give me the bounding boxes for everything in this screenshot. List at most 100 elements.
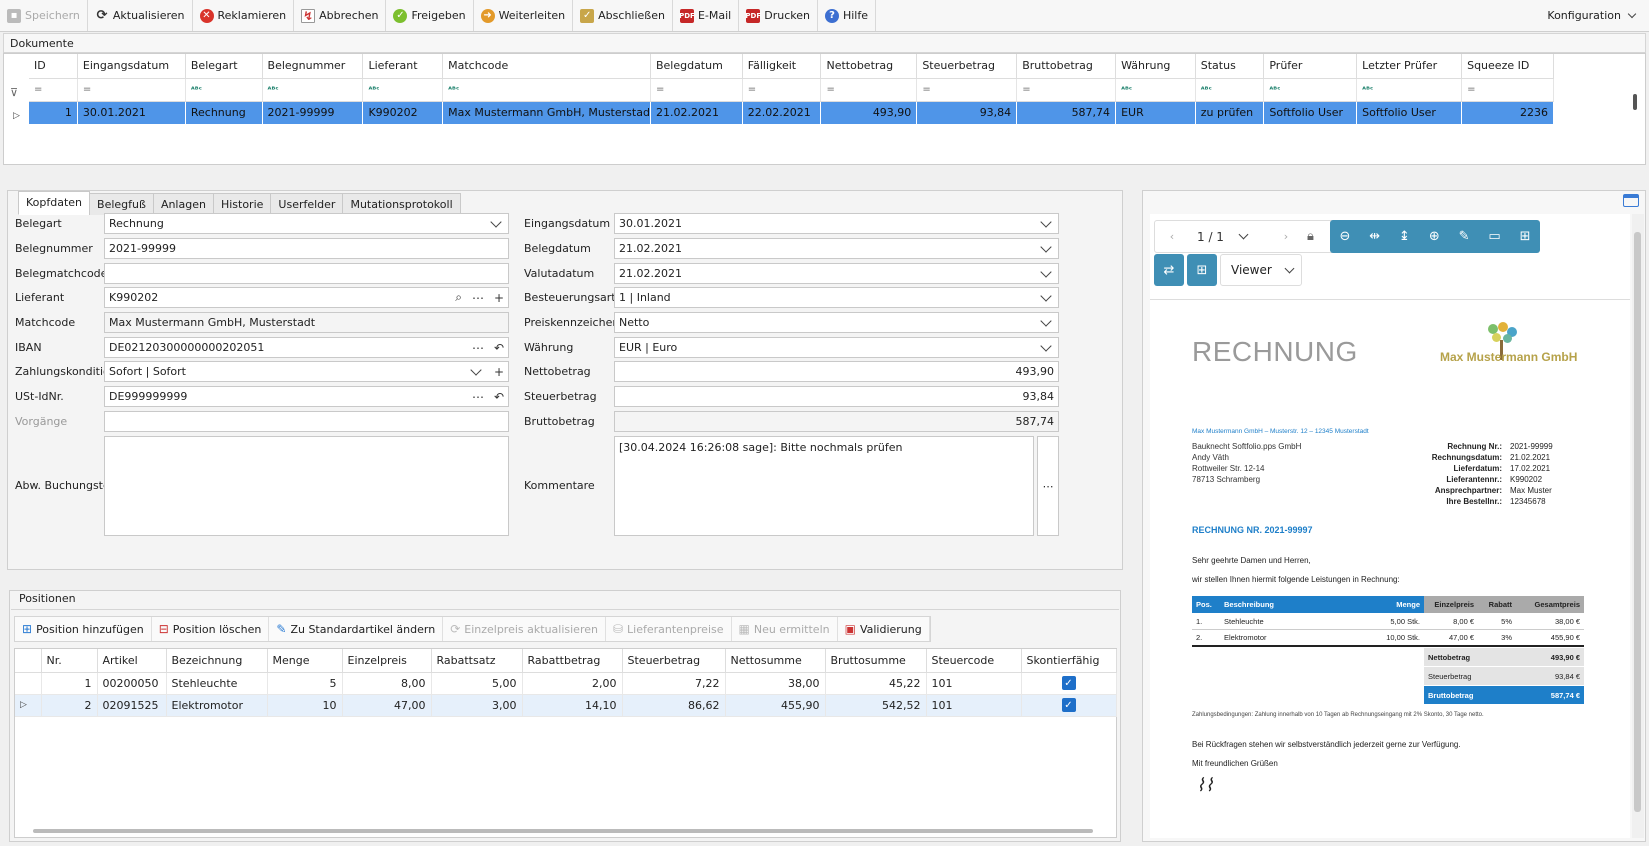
equals-filter-icon[interactable]: = <box>1016 78 1117 102</box>
column-header-menge[interactable]: Menge <box>267 649 343 673</box>
belegmatchcode-field[interactable] <box>104 263 509 284</box>
zahlungskondition-field[interactable]: Sofort | Sofort + <box>104 361 509 382</box>
more-icon[interactable]: ⋯ <box>472 390 484 404</box>
column-header-steuerbetrag[interactable]: Steuerbetrag <box>622 649 726 673</box>
column-header-letzter-pruefer[interactable]: Letzter Prüfer <box>1356 54 1463 79</box>
position-row[interactable]: ▷ 2 02091525 Elektromotor 10 47,00 3,00 14,10 86… <box>15 694 1117 717</box>
column-header-lieferant[interactable]: Lieferant <box>362 54 444 79</box>
comments-more-button[interactable]: ⋯ <box>1037 436 1059 536</box>
email-button[interactable]: PDF E-Mail <box>673 0 740 31</box>
save-button[interactable]: ▪ Speichern <box>0 0 88 31</box>
lieferantenpreise-button[interactable]: ⛁ Lieferantenpreise <box>606 617 732 641</box>
chevron-down-icon[interactable] <box>1040 339 1052 352</box>
text-filter-icon[interactable]: ᴬᴮᶜ <box>1195 78 1265 102</box>
column-header-bruttosumme[interactable]: Bruttosumme <box>825 649 927 673</box>
checkbox-checked-icon[interactable]: ✓ <box>1061 698 1076 713</box>
text-filter-icon[interactable]: ᴬᴮᶜ <box>1356 78 1463 102</box>
complete-button[interactable]: ✓ Abschließen <box>573 0 673 31</box>
chevron-down-icon[interactable] <box>490 215 502 228</box>
equals-filter-icon[interactable]: = <box>820 78 918 102</box>
column-header-belegdatum[interactable]: Belegdatum <box>650 54 743 79</box>
equals-filter-icon[interactable]: = <box>77 78 186 102</box>
eingangsdatum-field[interactable]: 30.01.2021 <box>614 213 1059 234</box>
text-filter-icon[interactable]: ᴬᴮᶜ <box>362 78 444 102</box>
waehrung-field[interactable]: EUR | Euro <box>614 337 1059 358</box>
document-row[interactable]: 1 30.01.2021 Rechnung 2021-99999 K990202 Max … <box>29 101 1554 124</box>
belegart-field[interactable]: Rechnung <box>104 213 509 234</box>
column-header-status[interactable]: Status <box>1195 54 1265 79</box>
positions-hscrollbar[interactable] <box>33 829 1093 833</box>
text-filter-icon[interactable]: ᴬᴮᶜ <box>1263 78 1358 102</box>
chevron-down-icon[interactable] <box>1040 240 1052 253</box>
add-icon[interactable]: + <box>494 291 504 305</box>
position-row[interactable]: 1 00200050 Stehleuchte 5 8,00 5,00 2,00 7,22 38,… <box>15 672 1117 695</box>
next-page-icon[interactable]: › <box>1269 230 1303 243</box>
text-filter-icon[interactable]: ᴬᴮᶜ <box>262 78 364 102</box>
column-header-belegnummer[interactable]: Belegnummer <box>262 54 364 79</box>
valutadatum-field[interactable]: 21.02.2021 <box>614 263 1059 284</box>
column-header-bruttobetrag[interactable]: Bruttobetrag <box>1016 54 1117 79</box>
print-button[interactable]: PDF Drucken <box>739 0 818 31</box>
approve-button[interactable]: ✓ Freigeben <box>386 0 474 31</box>
tab-anlagen[interactable]: Anlagen <box>152 193 214 215</box>
equals-filter-icon[interactable]: = <box>1461 78 1554 102</box>
viewer-scrollbar[interactable] <box>1632 214 1644 838</box>
position-loeschen-button[interactable]: ⊟ Position löschen <box>152 617 270 641</box>
help-button[interactable]: ? Hilfe <box>818 0 876 31</box>
zu-standardartikel-aendern-button[interactable]: ✎ Zu Standardartikel ändern <box>269 617 444 641</box>
chevron-down-icon[interactable] <box>1040 314 1052 327</box>
column-header-einzelpreis[interactable]: Einzelpreis <box>342 649 432 673</box>
column-header-nr[interactable]: Nr. <box>41 649 98 673</box>
viewer-scroll-thumb[interactable] <box>1634 232 1641 812</box>
forward-button[interactable]: ➜ Weiterleiten <box>474 0 574 31</box>
undo-icon[interactable]: ↶ <box>494 341 504 355</box>
column-header-artikel[interactable]: Artikel <box>97 649 167 673</box>
grid-view-icon[interactable]: ⊞ <box>1187 254 1217 286</box>
column-header-faelligkeit[interactable]: Fälligkeit <box>742 54 822 79</box>
text-filter-icon[interactable]: ᴬᴮᶜ <box>442 78 651 102</box>
tab-kopfdaten[interactable]: Kopfdaten <box>18 191 91 215</box>
column-header-steuercode[interactable]: Steuercode <box>926 649 1022 673</box>
vorgaenge-field[interactable] <box>104 411 509 432</box>
lock-icon[interactable]: 🔒︎ <box>1307 229 1314 244</box>
zoom-in-icon[interactable]: ⊕ <box>1429 229 1440 244</box>
search-icon[interactable]: ⌕ <box>455 290 462 305</box>
configuration-menu[interactable]: Konfiguration <box>1537 9 1649 22</box>
cancel-button[interactable]: ↯ Abbrechen <box>294 0 387 31</box>
documents-scrollbar[interactable] <box>1633 94 1637 110</box>
tab-historie[interactable]: Historie <box>212 193 272 215</box>
preiskennzeichen-field[interactable]: Netto <box>614 312 1059 333</box>
column-header-nettosumme[interactable]: Nettosumme <box>725 649 826 673</box>
fit-width-icon[interactable]: ⇹ <box>1369 229 1380 244</box>
form-icon[interactable]: ▭ <box>1488 229 1500 244</box>
tab-belegfuss[interactable]: Belegfuß <box>89 193 154 215</box>
chevron-down-icon[interactable] <box>1238 229 1249 240</box>
belegnummer-field[interactable]: 2021-99999 <box>104 238 509 259</box>
checkbox-checked-icon[interactable]: ✓ <box>1061 676 1076 691</box>
column-header-eingangsdatum[interactable]: Eingangsdatum <box>77 54 186 79</box>
column-header-skontierfaehig[interactable]: Skontierfähig <box>1021 649 1117 673</box>
column-header-bezeichnung[interactable]: Bezeichnung <box>166 649 268 673</box>
column-header-waehrung[interactable]: Währung <box>1115 54 1196 79</box>
besteuerungsart-field[interactable]: 1 | Inland <box>614 287 1059 308</box>
equals-filter-icon[interactable]: = <box>650 78 743 102</box>
column-header-pruefer[interactable]: Prüfer <box>1263 54 1358 79</box>
chevron-down-icon[interactable] <box>1040 289 1052 302</box>
belegdatum-field[interactable]: 21.02.2021 <box>614 238 1059 259</box>
page-indicator[interactable]: 1 / 1 <box>1189 230 1224 244</box>
cell-skontierfaehig[interactable]: ✓ <box>1021 694 1117 717</box>
validierung-button[interactable]: ▣ Validierung <box>838 617 930 641</box>
column-header-steuerbetrag[interactable]: Steuerbetrag <box>916 54 1018 79</box>
column-header-id[interactable]: ID <box>29 54 78 79</box>
more-icon[interactable]: ⋯ <box>472 341 484 355</box>
prev-page-icon[interactable]: ‹ <box>1155 230 1189 243</box>
add-page-icon[interactable]: ⊞ <box>1520 229 1531 244</box>
booking-text-field[interactable] <box>104 436 509 536</box>
text-filter-icon[interactable]: ᴬᴮᶜ <box>185 78 263 102</box>
fit-height-icon[interactable]: ↨ <box>1399 229 1410 244</box>
viewer-mode-select[interactable]: Viewer <box>1220 254 1302 286</box>
column-header-belegart[interactable]: Belegart <box>185 54 263 79</box>
column-header-matchcode[interactable]: Matchcode <box>442 54 651 79</box>
iban-field[interactable]: DE02120300000000202051 ⋯ ↶ <box>104 337 509 358</box>
position-hinzufuegen-button[interactable]: ⊞ Position hinzufügen <box>15 617 152 641</box>
